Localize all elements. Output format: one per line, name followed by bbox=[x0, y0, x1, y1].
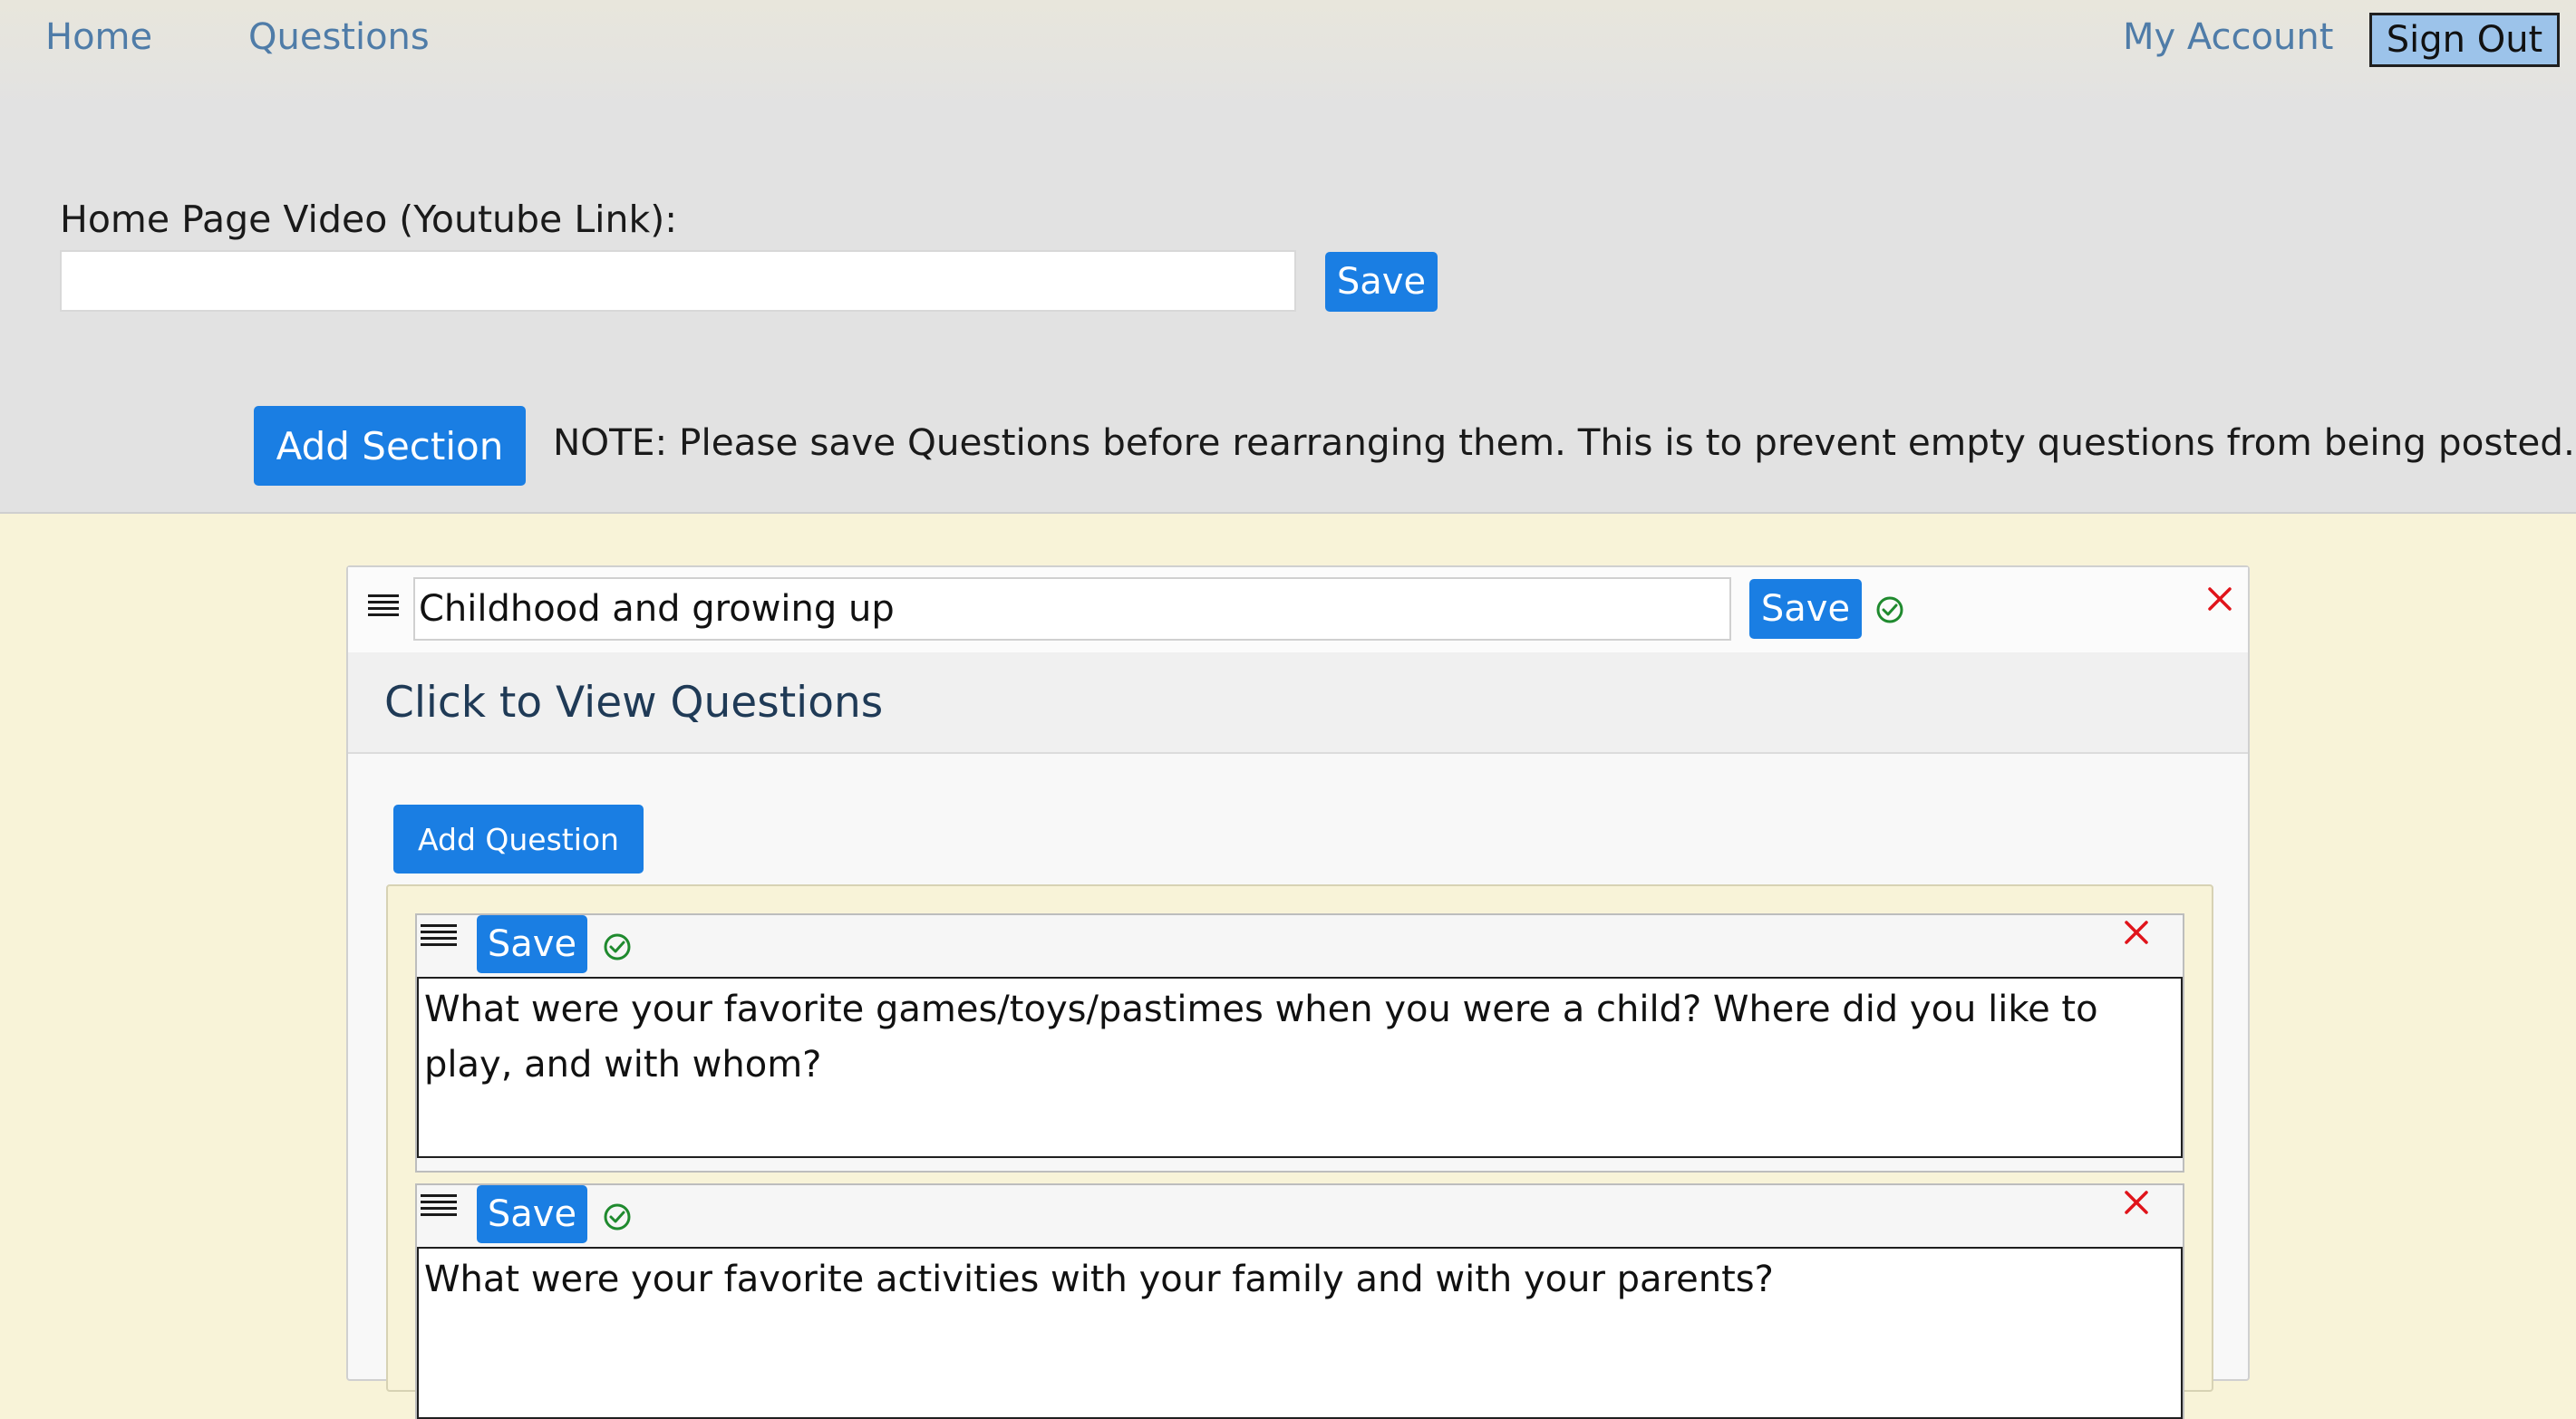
delete-question-close-icon[interactable] bbox=[2123, 1189, 2150, 1220]
drag-handle-icon[interactable] bbox=[368, 589, 399, 623]
add-question-button[interactable]: Add Question bbox=[393, 805, 644, 874]
drag-handle-icon[interactable] bbox=[421, 1191, 457, 1225]
video-link-input[interactable] bbox=[60, 250, 1296, 312]
view-questions-label: Click to View Questions bbox=[384, 678, 884, 728]
check-circle-icon bbox=[602, 1202, 633, 1236]
drag-handle-icon[interactable] bbox=[421, 921, 457, 955]
admin-top-area: Home Questions My Account Sign Out Home … bbox=[0, 0, 2576, 514]
section-save-button[interactable]: Save bbox=[1749, 579, 1862, 639]
video-save-button[interactable]: Save bbox=[1325, 252, 1438, 312]
video-link-label: Home Page Video (Youtube Link): bbox=[60, 198, 678, 241]
questions-list: Save What were your favorite games/toys/… bbox=[386, 884, 2213, 1419]
nav-home-link[interactable]: Home bbox=[45, 16, 152, 58]
check-circle-icon bbox=[602, 932, 633, 966]
question-save-button[interactable]: Save bbox=[477, 1185, 587, 1243]
rearrange-note: NOTE: Please save Questions before rearr… bbox=[553, 420, 2575, 464]
delete-section-close-icon[interactable] bbox=[2206, 585, 2233, 616]
view-questions-toggle[interactable]: Click to View Questions bbox=[348, 652, 2248, 754]
check-circle-icon bbox=[1874, 594, 1905, 629]
question-card: Save What were your favorite activities … bbox=[415, 1183, 2184, 1419]
add-section-button[interactable]: Add Section bbox=[254, 406, 526, 486]
nav-my-account-link[interactable]: My Account bbox=[2123, 16, 2333, 58]
question-header: Save bbox=[417, 915, 2183, 977]
question-card: Save What were your favorite games/toys/… bbox=[415, 913, 2184, 1173]
section-card: Save Click to View Questions Add Questio… bbox=[346, 565, 2250, 1419]
question-save-button[interactable]: Save bbox=[477, 915, 587, 973]
section-header: Save bbox=[348, 567, 2248, 652]
question-text-field[interactable]: What were your favorite games/toys/pasti… bbox=[417, 977, 2183, 1158]
delete-question-close-icon[interactable] bbox=[2123, 919, 2150, 950]
nav-questions-link[interactable]: Questions bbox=[248, 16, 430, 58]
sign-out-button[interactable]: Sign Out bbox=[2369, 13, 2560, 67]
question-header: Save bbox=[417, 1185, 2183, 1247]
question-text-field[interactable]: What were your favorite activities with … bbox=[417, 1247, 2183, 1419]
section-title-input[interactable] bbox=[413, 577, 1731, 641]
